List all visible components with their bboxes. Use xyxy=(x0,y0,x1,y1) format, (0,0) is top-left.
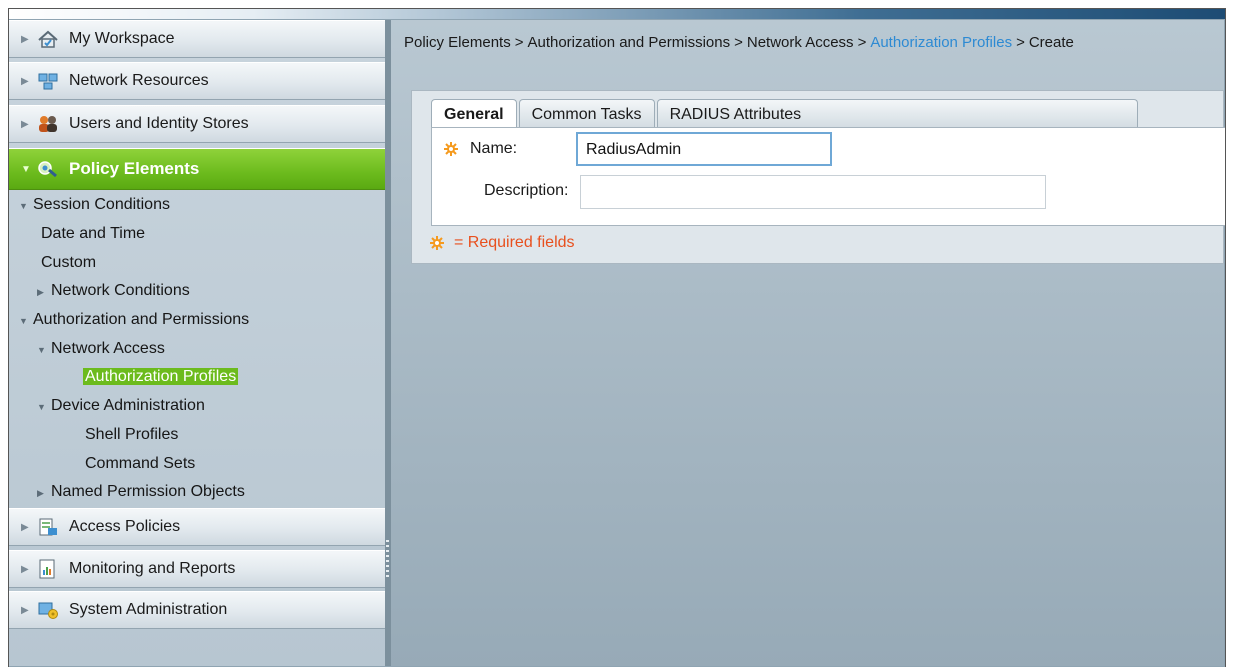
tree-node-network-conditions[interactable]: ▶ Network Conditions xyxy=(37,282,190,300)
drawer-system-administration[interactable]: ▶ System Administration xyxy=(9,591,388,629)
tree-node-session-conditions[interactable]: ▼ Session Conditions xyxy=(19,196,170,214)
expand-arrow-icon: ▶ xyxy=(21,604,29,616)
tree-node-custom[interactable]: Custom xyxy=(41,254,96,272)
breadcrumb-item: Authorization and Permissions xyxy=(527,34,731,51)
drawer-network-resources[interactable]: ▶ Network Resources xyxy=(9,62,388,100)
monitoring-icon xyxy=(37,558,59,580)
breadcrumb-item: Network Access xyxy=(746,34,854,51)
tab-radius-attributes[interactable]: RADIUS Attributes xyxy=(656,99,1138,127)
collapse-arrow-icon: ▼ xyxy=(37,345,46,355)
collapse-arrow-icon: ▼ xyxy=(19,201,28,211)
drawer-label: System Administration xyxy=(69,601,228,618)
name-label: Name: xyxy=(470,140,518,157)
tab-common-tasks[interactable]: Common Tasks xyxy=(518,99,655,127)
drawer-users-identity-stores[interactable]: ▶ Users and Identity Stores xyxy=(9,105,388,143)
general-tab-content: Name: RadiusAdmin Description: xyxy=(431,127,1225,226)
breadcrumb-separator: > xyxy=(1016,34,1025,51)
tree-node-network-access[interactable]: ▼ Network Access xyxy=(37,340,165,358)
tree-node-device-administration[interactable]: ▼ Device Administration xyxy=(37,397,205,415)
name-input[interactable]: RadiusAdmin xyxy=(576,132,832,166)
system-admin-icon xyxy=(37,599,59,621)
tree-node-authorization-permissions[interactable]: ▼ Authorization and Permissions xyxy=(19,311,249,329)
name-row: Name: xyxy=(444,140,517,158)
required-field-icon xyxy=(444,142,458,156)
collapse-arrow-icon: ▼ xyxy=(37,402,46,412)
users-icon xyxy=(37,113,59,135)
expand-arrow-icon: ▶ xyxy=(37,488,44,498)
breadcrumb-item-current: Create xyxy=(1028,34,1074,51)
breadcrumb-separator: > xyxy=(734,34,743,51)
workspace-icon xyxy=(37,28,59,50)
expand-arrow-icon: ▶ xyxy=(21,521,29,533)
drawer-label: Access Policies xyxy=(69,518,181,535)
tree-node-authorization-profiles[interactable]: Authorization Profiles xyxy=(83,368,239,386)
policy-elements-icon xyxy=(37,158,59,180)
breadcrumb-item: Policy Elements xyxy=(404,34,511,51)
drawer-my-workspace[interactable]: ▶ My Workspace xyxy=(9,20,388,58)
tree-node-named-permission-objects[interactable]: ▶ Named Permission Objects xyxy=(37,483,245,501)
description-label: Description: xyxy=(484,182,569,199)
breadcrumb-link-authorization-profiles[interactable]: Authorization Profiles xyxy=(870,34,1012,51)
breadcrumb-separator: > xyxy=(514,34,524,51)
description-input[interactable] xyxy=(580,175,1046,209)
expand-arrow-icon: ▶ xyxy=(21,118,29,130)
content-area: Policy Elements > Authorization and Permis… xyxy=(391,20,1225,666)
drawer-label: My Workspace xyxy=(69,30,175,47)
top-strip xyxy=(9,9,1225,19)
description-row: Description: xyxy=(484,182,568,200)
access-policies-icon xyxy=(37,516,59,538)
drawer-access-policies[interactable]: ▶ Access Policies xyxy=(9,508,388,546)
tree-node-command-sets[interactable]: Command Sets xyxy=(85,455,195,473)
required-fields-text: = Required fields xyxy=(454,234,575,251)
tab-bar: General Common Tasks RADIUS Attributes xyxy=(431,99,1140,127)
breadcrumb: Policy Elements > Authorization and Permis… xyxy=(404,34,1074,51)
tree-node-shell-profiles[interactable]: Shell Profiles xyxy=(85,426,178,444)
tab-general[interactable]: General xyxy=(431,99,517,127)
expand-arrow-icon: ▶ xyxy=(37,287,44,297)
required-field-icon xyxy=(430,236,444,250)
required-fields-note: = Required fields xyxy=(430,234,575,252)
expand-arrow-icon: ▶ xyxy=(21,75,29,87)
collapse-arrow-icon: ▼ xyxy=(21,163,31,175)
drawer-label: Network Resources xyxy=(69,72,209,89)
drawer-policy-elements[interactable]: ▼ Policy Elements xyxy=(9,148,388,190)
expand-arrow-icon: ▶ xyxy=(21,563,29,575)
profile-form-panel: General Common Tasks RADIUS Attributes N… xyxy=(411,90,1225,264)
expand-arrow-icon: ▶ xyxy=(21,33,29,45)
drawer-label: Policy Elements xyxy=(69,159,200,178)
collapse-arrow-icon: ▼ xyxy=(19,316,28,326)
sidebar: ▶ My Workspace ▶ Network Resources ▶ Use… xyxy=(9,20,389,666)
breadcrumb-separator: > xyxy=(857,34,867,51)
splitter-grip[interactable] xyxy=(386,540,389,580)
tree-node-date-and-time[interactable]: Date and Time xyxy=(41,225,145,243)
network-resources-icon xyxy=(37,70,59,92)
drawer-label: Users and Identity Stores xyxy=(69,115,249,132)
drawer-monitoring-reports[interactable]: ▶ Monitoring and Reports xyxy=(9,550,388,588)
drawer-label: Monitoring and Reports xyxy=(69,560,236,577)
